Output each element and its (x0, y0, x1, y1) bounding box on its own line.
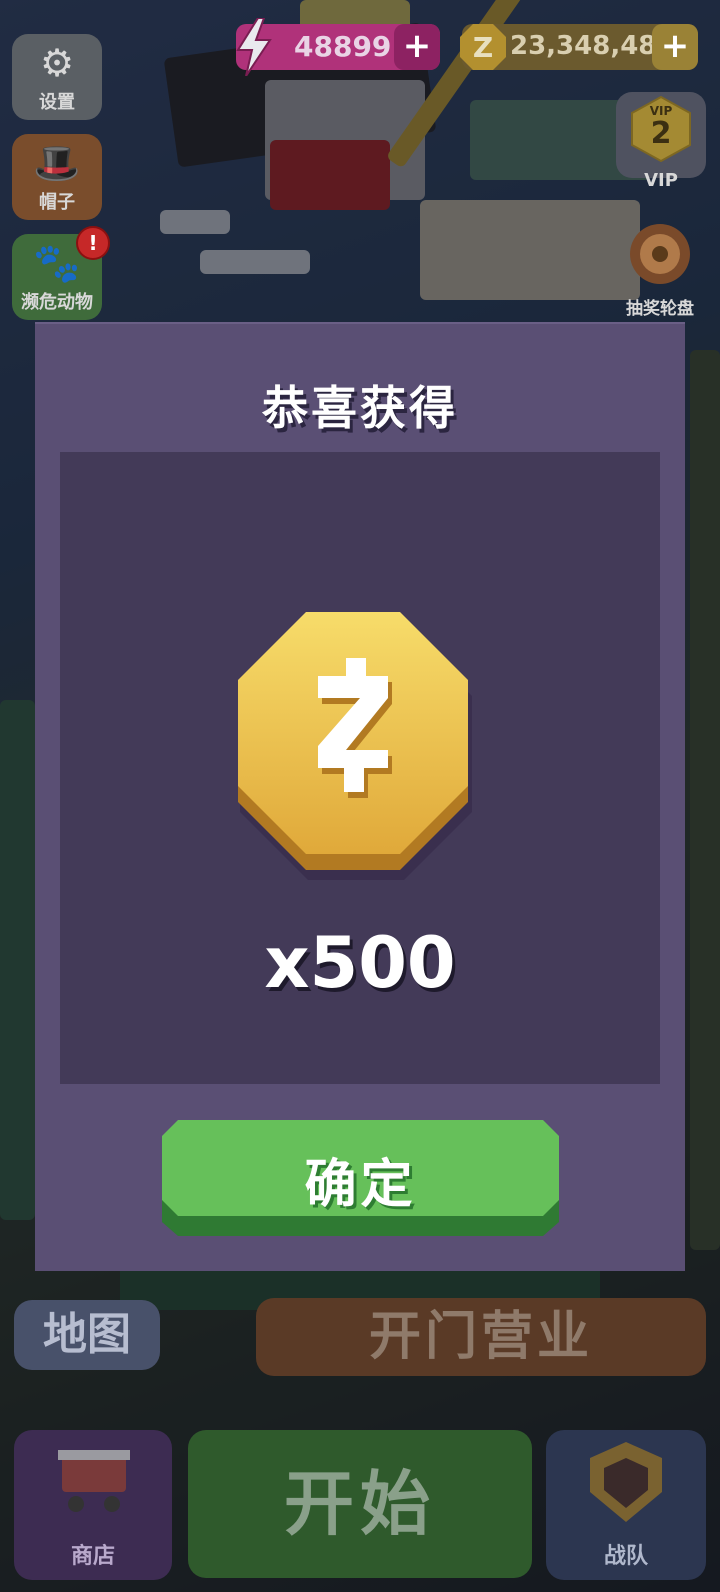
open-business-button[interactable]: 开门营业 (256, 1298, 706, 1376)
z-coin-icon: Z (458, 22, 508, 72)
settings-button[interactable]: ⚙ 设置 (12, 34, 102, 120)
open-business-label: 开门营业 (368, 1307, 593, 1367)
energy-add-button[interactable]: + (394, 24, 440, 70)
map-button[interactable]: 地图 (14, 1300, 160, 1370)
start-label: 开始 (284, 1463, 436, 1545)
hat-icon: 🎩 (33, 141, 81, 185)
lottery-wheel-icon (628, 222, 692, 286)
lottery-wheel-label: 抽奖轮盘 (626, 299, 694, 319)
coins-counter: Z 23,348,480 + (460, 24, 698, 70)
vip-badge-icon: VIP 2 (630, 95, 692, 163)
svg-text:Z: Z (473, 31, 493, 64)
team-label: 战队 (603, 1544, 648, 1569)
vip-level: 2 (650, 116, 672, 151)
dialog-title: 恭喜获得 (262, 381, 458, 435)
shop-label: 商店 (70, 1544, 115, 1569)
start-button[interactable]: 开始 (188, 1430, 532, 1578)
energy-counter: 48899 + (236, 17, 440, 77)
vip-label: VIP (644, 170, 678, 191)
team-button[interactable]: 战队 (546, 1430, 706, 1580)
z-coin-icon (236, 610, 476, 882)
confirm-button[interactable]: 确定 (160, 1120, 561, 1236)
map-label: 地图 (43, 1309, 131, 1360)
cart-icon (54, 1446, 134, 1516)
confirm-label: 确定 (304, 1155, 417, 1215)
vip-button[interactable]: VIP 2 VIP (616, 92, 706, 191)
hats-label: 帽子 (39, 192, 75, 213)
settings-label: 设置 (39, 92, 75, 113)
energy-value: 48899 (294, 30, 392, 63)
shop-button[interactable]: 商店 (14, 1430, 172, 1580)
endangered-animals-button[interactable]: 🐾 濒危动物 ! (12, 226, 110, 320)
gear-icon: ⚙ (39, 41, 75, 85)
reward-panel: x500 (60, 452, 660, 1084)
endangered-animals-label: 濒危动物 (21, 292, 93, 313)
coins-value: 23,348,480 (510, 31, 675, 61)
lottery-wheel-button[interactable]: 抽奖轮盘 (612, 222, 708, 319)
hats-button[interactable]: 🎩 帽子 (12, 134, 102, 220)
reward-amount: x500 (264, 922, 456, 1004)
lightning-icon (232, 17, 276, 77)
team-emblem-icon (588, 1440, 664, 1524)
reward-dialog: 恭喜获得 x500 确定 (35, 322, 685, 1271)
notification-badge: ! (76, 226, 110, 260)
coins-add-button[interactable]: + (652, 24, 698, 70)
